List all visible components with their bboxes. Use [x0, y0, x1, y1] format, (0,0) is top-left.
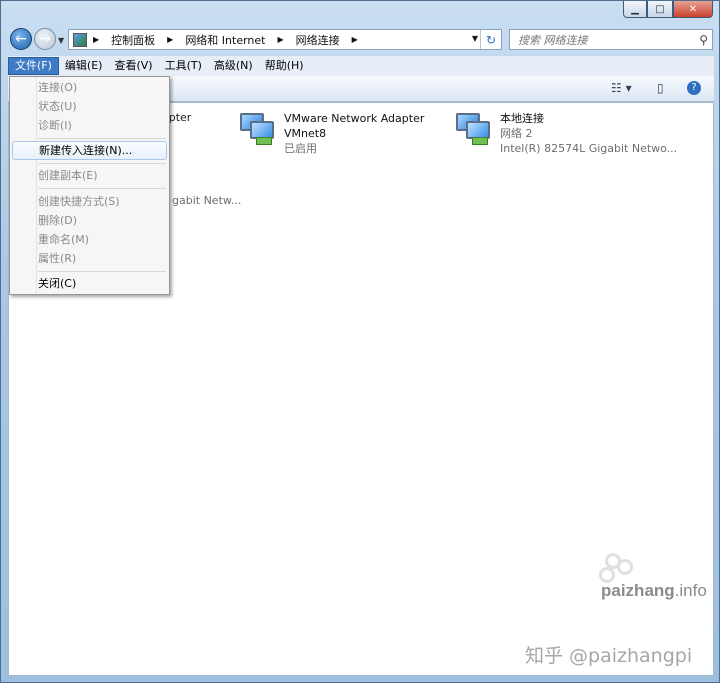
menu-separator — [38, 163, 166, 164]
breadcrumb-control-panel[interactable]: 控制面板 — [111, 32, 155, 48]
search-input[interactable] — [516, 31, 690, 50]
menu-item-create-shortcut[interactable]: 创建快捷方式(S) — [38, 192, 120, 211]
help-icon[interactable]: ? — [687, 81, 701, 95]
views-icon[interactable]: ☷ ▾ — [611, 81, 632, 95]
menu-item-diagnose[interactable]: 诊断(I) — [38, 116, 72, 135]
menu-item-new-incoming-connection[interactable]: 新建传入连接(N)... — [12, 141, 167, 160]
menu-item-delete[interactable]: 删除(D) — [38, 211, 77, 230]
file-menu-dropdown: 连接(O) 状态(U) 诊断(I) 新建传入连接(N)... 创建副本(E) 创… — [9, 76, 170, 295]
preview-pane-icon[interactable]: ▯ — [657, 81, 664, 95]
search-box[interactable]: ⚲ — [509, 29, 713, 50]
menu-help[interactable]: 帮助(H) — [259, 57, 310, 75]
breadcrumb-arrow[interactable]: ▶ — [161, 35, 179, 44]
forward-button[interactable]: → — [34, 28, 56, 50]
breadcrumb-network-internet[interactable]: 网络和 Internet — [185, 32, 265, 48]
connection-status: 已启用 — [284, 142, 317, 155]
watermark-site: paizhang.info — [601, 581, 707, 600]
menu-separator — [38, 138, 166, 139]
caption-buttons: ▁ □ ✕ — [623, 1, 713, 18]
recent-pages-dropdown[interactable]: ▼ — [58, 36, 64, 45]
connection-item-vmnet8[interactable]: VMware Network Adapter VMnet8 已启用 — [238, 111, 424, 156]
connection-name: 本地连接 — [500, 112, 544, 125]
menu-item-rename[interactable]: 重命名(M) — [38, 230, 89, 249]
menu-bar: 文件(F) 编辑(E) 查看(V) 工具(T) 高级(N) 帮助(H) — [8, 56, 714, 76]
address-dropdown-icon[interactable]: ▼ — [472, 34, 478, 43]
menu-item-status[interactable]: 状态(U) — [38, 97, 77, 116]
connection-network: VMnet8 — [284, 127, 327, 140]
connection-name: VMware Network Adapter — [284, 112, 425, 125]
menu-separator — [38, 188, 166, 189]
connection-network: 网络 2 — [500, 127, 533, 140]
explorer-window: ▁ □ ✕ ← → ▼ ▶ 控制面板 ▶ 网络和 Internet ▶ 网络连接… — [0, 0, 720, 683]
partial-connection-device[interactable]: gabit Netw... — [172, 194, 241, 207]
close-button[interactable]: ✕ — [673, 1, 713, 18]
back-button[interactable]: ← — [10, 28, 32, 50]
menu-tools[interactable]: 工具(T) — [159, 57, 208, 75]
menu-advanced[interactable]: 高级(N) — [208, 57, 259, 75]
search-icon[interactable]: ⚲ — [699, 33, 708, 47]
network-adapter-icon — [454, 111, 490, 145]
menu-edit[interactable]: 编辑(E) — [59, 57, 109, 75]
menu-item-properties[interactable]: 属性(R) — [38, 249, 76, 268]
breadcrumb-arrow[interactable]: ▶ — [272, 35, 290, 44]
menu-file[interactable]: 文件(F) — [8, 57, 59, 75]
breadcrumb-root-arrow[interactable]: ▶ — [93, 35, 105, 44]
connection-device: Intel(R) 82574L Gigabit Netwo... — [500, 142, 678, 155]
menu-item-close[interactable]: 关闭(C) — [38, 274, 76, 293]
breadcrumb-arrow[interactable]: ▶ — [346, 35, 364, 44]
address-bar[interactable]: ▶ 控制面板 ▶ 网络和 Internet ▶ 网络连接 ▶ ▼ ↻ — [68, 29, 502, 50]
refresh-icon[interactable]: ↻ — [480, 30, 501, 49]
watermark-zhihu: 知乎 @paizhangpi — [525, 645, 693, 667]
menu-item-connect[interactable]: 连接(O) — [38, 78, 77, 97]
minimize-button[interactable]: ▁ — [623, 1, 647, 18]
menu-separator — [38, 271, 166, 272]
maximize-button[interactable]: □ — [647, 1, 673, 18]
network-adapter-icon — [238, 111, 274, 145]
control-panel-icon — [73, 32, 87, 47]
menu-item-duplicate[interactable]: 创建副本(E) — [38, 166, 98, 185]
menu-view[interactable]: 查看(V) — [108, 57, 158, 75]
breadcrumb-network-connections[interactable]: 网络连接 — [296, 32, 340, 48]
connection-item-local[interactable]: 本地连接 网络 2 Intel(R) 82574L Gigabit Netwo.… — [454, 111, 677, 156]
